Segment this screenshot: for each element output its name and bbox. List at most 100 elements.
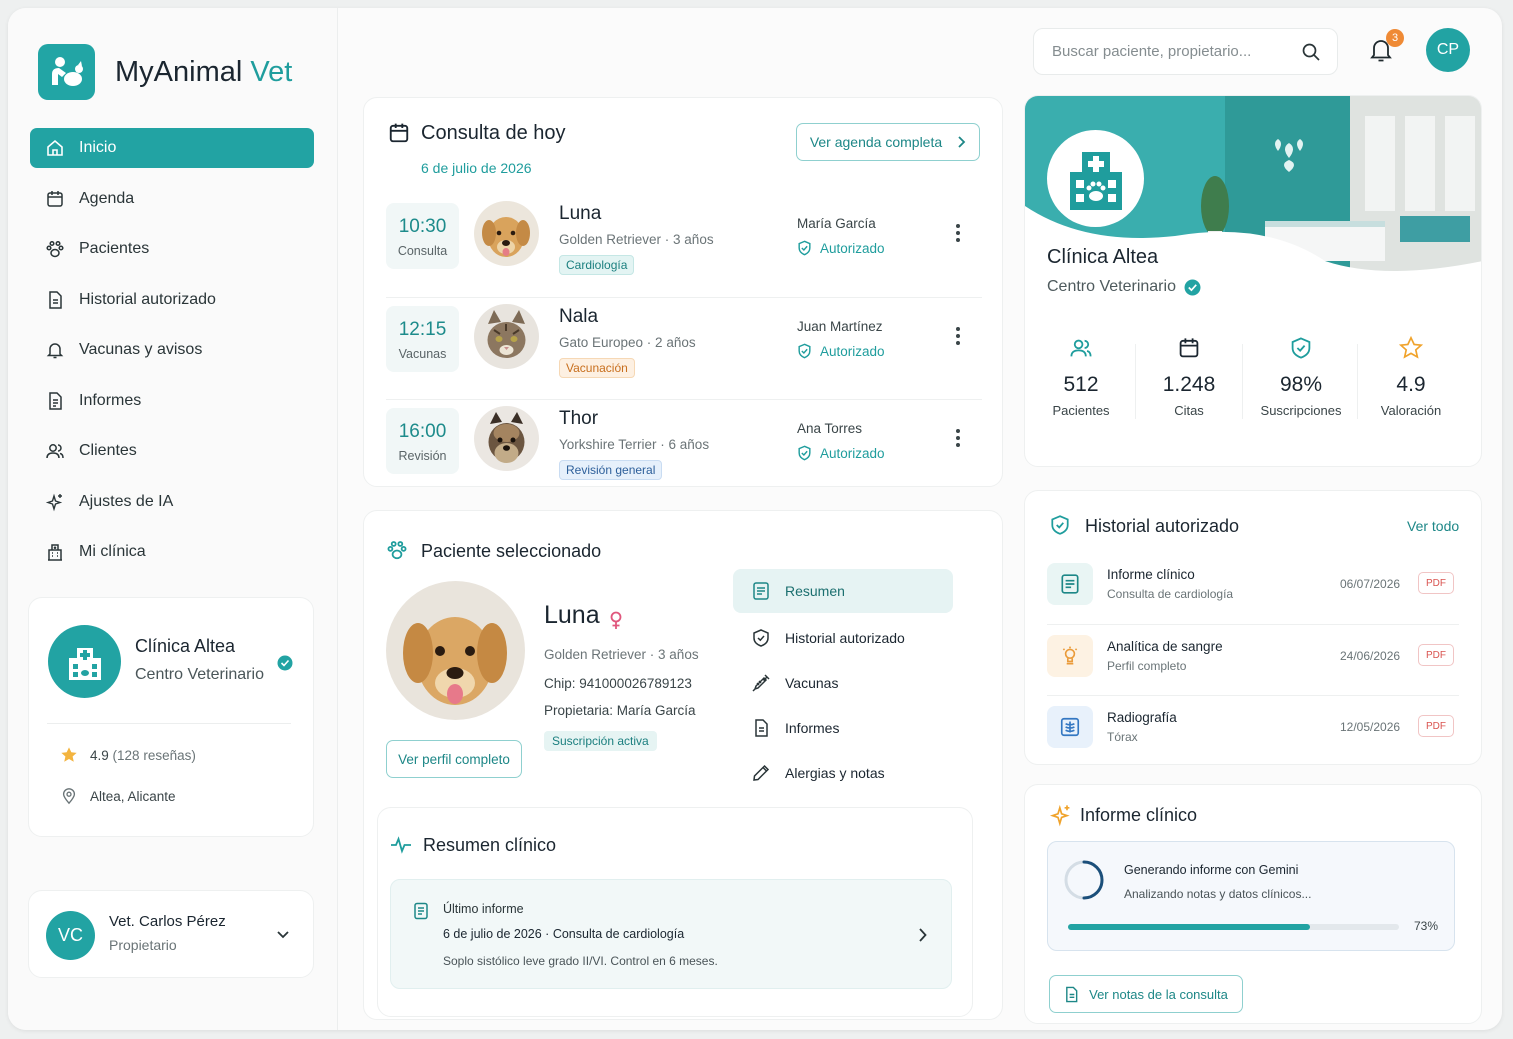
history-item[interactable]: Informe clínico Consulta de cardiología … [1047, 553, 1459, 623]
loading-spinner-icon [1064, 860, 1104, 900]
shield-check-icon [1051, 515, 1069, 535]
pet-photo-yorkshire [474, 406, 539, 471]
pet-breed: Golden Retriever · 3 años [559, 232, 714, 247]
authorized-history-card: Historial autorizado Ver todo Informe cl… [1024, 490, 1482, 765]
search-icon[interactable] [1301, 42, 1321, 62]
sidebar-item-historial[interactable]: Historial autorizado [30, 280, 314, 320]
latest-report-label: Último informe [443, 902, 524, 916]
view-notes-label: Ver notas de la consulta [1089, 986, 1228, 1002]
authorization-status: Autorizado [797, 445, 885, 461]
appointment-time: 10:30 Consulta [386, 203, 459, 269]
star-icon [61, 747, 77, 762]
status-text: Autorizado [820, 445, 885, 461]
clinic-stats: 512 Pacientes 1.248 Citas 98% Suscripcio… [1025, 335, 1481, 426]
sidebar-item-label: Vacunas y avisos [79, 341, 203, 358]
view-profile-button[interactable]: Ver perfil completo [386, 740, 522, 778]
pdf-badge[interactable]: PDF [1418, 572, 1454, 594]
appointment-kind: Revisión [398, 449, 447, 463]
stat-pacientes: 512 Pacientes [1025, 336, 1137, 418]
search-input[interactable]: Buscar paciente, propietario... [1033, 28, 1338, 75]
sidebar-item-mi-clinica[interactable]: Mi clínica [30, 532, 314, 572]
latest-report[interactable]: Último informe 6 de julio de 2026 · Cons… [390, 879, 952, 989]
sidebar-item-pacientes[interactable]: Pacientes [30, 229, 314, 269]
analyzing-label: Analizando notas y datos clínicos... [1124, 887, 1312, 901]
sidebar-item-agenda[interactable]: Agenda [30, 179, 314, 219]
patient-name: Luna [544, 601, 600, 629]
sidebar-item-informes[interactable]: Informes [30, 381, 314, 421]
appointment-row[interactable]: 16:00 Revisión Thor Yorkshire Terrier · … [386, 399, 982, 501]
clinic-type-label: Centro Veterinario [1047, 278, 1176, 295]
history-item-date: 12/05/2026 [1340, 720, 1401, 734]
appointment-kind: Vacunas [398, 347, 447, 361]
top-user-avatar[interactable]: CP [1426, 28, 1470, 72]
stat-value: 98% [1279, 373, 1323, 396]
chevron-down-icon[interactable] [276, 927, 290, 941]
search-placeholder: Buscar paciente, propietario... [1052, 43, 1252, 60]
sidebar-item-inicio[interactable]: Inicio [30, 128, 314, 168]
user-avatar: VC [46, 911, 95, 960]
pdf-badge[interactable]: PDF [1418, 715, 1454, 737]
stat-suscripciones: 98% Suscripciones [1245, 336, 1357, 418]
tab-alergias-notas[interactable]: Alergias y notas [733, 751, 953, 795]
selected-patient-card: Paciente seleccionado Luna Golden Retrie… [363, 510, 1003, 1020]
report-progress-bar [1068, 924, 1399, 930]
sidebar-item-ajustes-ia[interactable]: Ajustes de IA [30, 482, 314, 522]
history-item[interactable]: Analítica de sangre Perfil completo 24/0… [1047, 624, 1459, 694]
tab-resumen[interactable]: Resumen [733, 569, 953, 613]
tab-label: Informes [785, 720, 840, 736]
patient-section-title: Paciente seleccionado [421, 541, 602, 561]
sidebar-nav: Inicio Agenda Pacientes Historial autori… [30, 128, 314, 583]
user-menu[interactable]: VC Vet. Carlos Pérez Propietario [28, 890, 314, 978]
appointment-tag: Vacunación [559, 358, 635, 378]
appointment-row[interactable]: 12:15 Vacunas Nala Gato Europeo · 2 años… [386, 297, 982, 399]
clinic-card: Clínica Altea Centro Veterinario 512 Pac… [1024, 95, 1482, 467]
clinic-location: Altea, Alicante [60, 787, 176, 805]
authorization-status: Autorizado [797, 240, 885, 256]
time-value: 12:15 [398, 319, 447, 340]
view-agenda-button[interactable]: Ver agenda completa [796, 123, 980, 161]
view-all-link[interactable]: Ver todo [1407, 518, 1459, 534]
app-name: MyAnimal Vet [115, 56, 292, 89]
tab-label: Vacunas [785, 675, 839, 691]
sidebar-item-vacunas[interactable]: Vacunas y avisos [30, 330, 314, 370]
owner-name: Juan Martínez [797, 319, 883, 334]
more-options-icon[interactable] [955, 223, 961, 243]
document-icon [414, 902, 428, 920]
tab-historial[interactable]: Historial autorizado [733, 616, 953, 660]
app-name-part1: MyAnimal [115, 55, 243, 88]
stat-label: Pacientes [1052, 403, 1110, 418]
sidebar-item-clientes[interactable]: Clientes [30, 431, 314, 471]
clinic-logo-icon [1047, 130, 1144, 227]
pdf-badge[interactable]: PDF [1418, 644, 1454, 666]
more-options-icon[interactable] [955, 326, 961, 346]
time-value: 10:30 [398, 216, 447, 237]
rating-reviews: (128 reseñas) [112, 747, 196, 763]
history-item-subtitle: Tórax [1107, 730, 1138, 744]
appointment-row[interactable]: 10:30 Consulta Luna Golden Retriever · 3… [386, 195, 982, 297]
view-notes-button[interactable]: Ver notas de la consulta [1049, 975, 1243, 1013]
microscope-icon [1047, 635, 1093, 677]
clinic-name: Clínica Altea [1047, 246, 1159, 268]
tab-vacunas[interactable]: Vacunas [733, 661, 953, 705]
more-options-icon[interactable] [955, 428, 961, 448]
pet-breed: Gato Europeo · 2 años [559, 335, 696, 350]
pet-name: Thor [559, 408, 599, 429]
app-logo[interactable]: MyAnimal Vet [38, 44, 292, 100]
verified-check-icon [1184, 279, 1201, 295]
app-name-part2: Vet [250, 55, 293, 88]
history-item[interactable]: Radiografía Tórax 12/05/2026 PDF [1047, 695, 1459, 765]
clinic-name: Clínica Altea [135, 636, 236, 656]
rating-value: 4.9 [90, 747, 109, 763]
sidebar-item-label: Informes [79, 391, 142, 409]
female-icon [610, 611, 622, 629]
clinic-summary-card[interactable]: Clínica Altea Centro Veterinario 4.9 (12… [28, 597, 314, 837]
report-icon [49, 391, 62, 410]
appointment-time: 12:15 Vacunas [386, 306, 459, 372]
patient-chip: Chip: 941000026789123 [544, 676, 692, 691]
history-item-title: Analítica de sangre [1107, 639, 1223, 654]
tab-informes[interactable]: Informes [733, 706, 953, 750]
location-text: Altea, Alicante [90, 788, 176, 804]
sidebar-item-label: Clientes [79, 442, 137, 459]
today-title: Consulta de hoy [421, 122, 566, 144]
chevron-right-icon[interactable] [918, 928, 927, 942]
